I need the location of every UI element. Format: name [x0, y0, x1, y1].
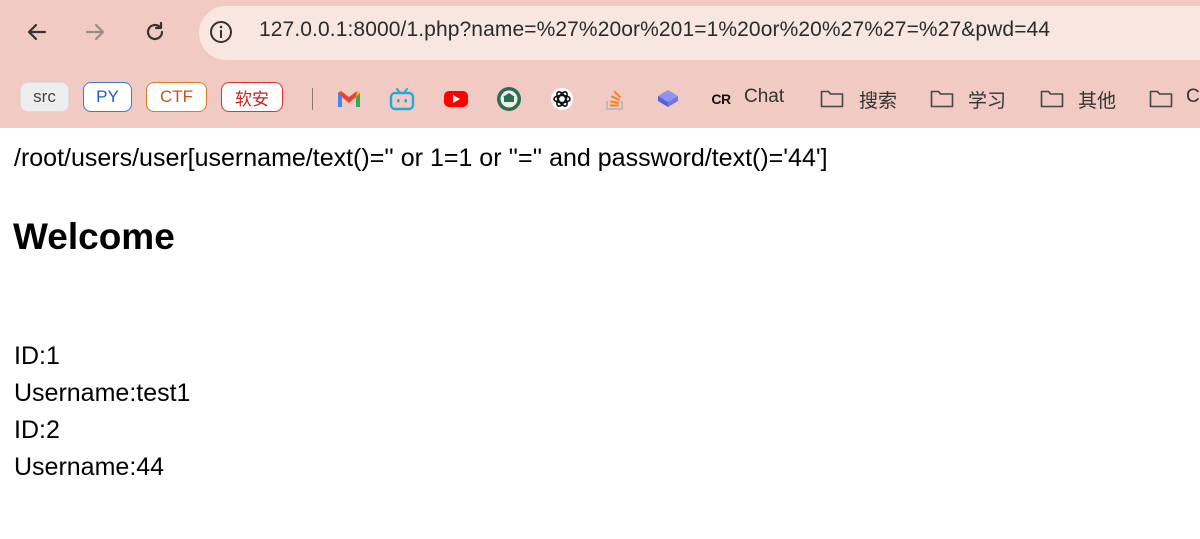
- folder-icon: [1149, 90, 1173, 108]
- openai-icon: [551, 88, 573, 110]
- stackoverflow-icon: [606, 90, 623, 110]
- bookmark-src[interactable]: src: [20, 82, 69, 112]
- bookmark-university[interactable]: [496, 86, 522, 112]
- result-id: ID:1: [14, 342, 60, 370]
- bookmark-py[interactable]: PY: [83, 82, 132, 112]
- bookmark-ruanan[interactable]: 软安: [221, 82, 283, 112]
- youtube-icon: [444, 91, 468, 107]
- bookmark-gmail[interactable]: [336, 86, 362, 112]
- cr-badge: CR: [711, 91, 731, 107]
- back-button[interactable]: [17, 12, 57, 52]
- arrow-right-icon: [85, 23, 105, 41]
- gmail-icon: [338, 91, 360, 107]
- bookmark-separator: [312, 88, 313, 110]
- bookmark-stackoverflow[interactable]: [602, 86, 628, 112]
- cube-icon: [658, 90, 678, 107]
- bookmark-openai[interactable]: [549, 86, 575, 112]
- result-username: Username:44: [14, 453, 165, 481]
- reload-button[interactable]: [135, 12, 175, 52]
- folder-study[interactable]: 学习: [968, 86, 1006, 113]
- folder-icon: [930, 90, 954, 108]
- bookmark-bilibili[interactable]: [389, 86, 415, 112]
- folder-other[interactable]: 其他: [1078, 86, 1116, 113]
- result-username: Username:test1: [14, 379, 191, 407]
- browser-toolbar: 127.0.0.1:8000/1.php?name=%27%20or%201=1…: [0, 0, 1200, 128]
- bilibili-icon: [389, 88, 415, 111]
- result-id: ID:2: [14, 416, 60, 444]
- bookmark-cr-chat[interactable]: CR: [708, 86, 734, 112]
- bookmark-ctf[interactable]: CTF: [146, 82, 207, 112]
- folder-icon: [820, 90, 844, 108]
- forward-button[interactable]: [75, 12, 115, 52]
- bookmark-youtube[interactable]: [443, 86, 469, 112]
- bookmarks-bar: src PY CTF 软安 CR Chat 搜索 学习 其他 C: [0, 78, 1200, 118]
- folder-search[interactable]: 搜索: [859, 86, 897, 113]
- folder-icon: [1040, 90, 1064, 108]
- url-text[interactable]: 127.0.0.1:8000/1.php?name=%27%20or%201=1…: [259, 18, 1050, 42]
- bookmark-cube[interactable]: [655, 86, 681, 112]
- bookmark-chat-label[interactable]: Chat: [744, 86, 784, 108]
- xpath-query-text: /root/users/user[username/text()='' or 1…: [14, 144, 828, 172]
- folder-c[interactable]: C: [1186, 86, 1200, 108]
- info-icon[interactable]: [209, 20, 233, 44]
- page-title: Welcome: [13, 216, 175, 257]
- university-seal-icon: [497, 87, 521, 111]
- reload-icon: [146, 21, 164, 41]
- arrow-left-icon: [27, 23, 47, 41]
